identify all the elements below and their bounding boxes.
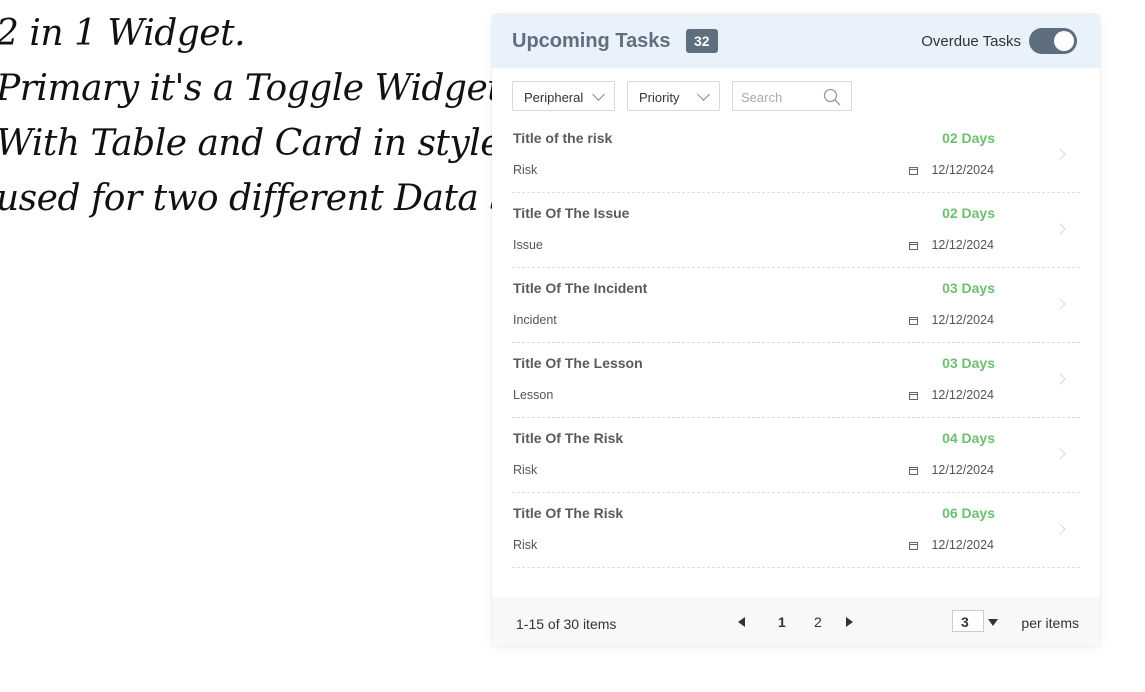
widget-title: Upcoming Tasks xyxy=(512,30,671,52)
chevron-down-icon xyxy=(592,88,605,101)
days-remaining: 03 Days xyxy=(942,280,995,296)
task-date: 12/12/2024 xyxy=(931,463,994,477)
task-title: Title Of The Risk xyxy=(513,430,624,446)
task-count-badge: 32 xyxy=(686,29,718,53)
calendar-icon xyxy=(909,317,918,325)
list-item[interactable]: Title Of The Incident 03 Days Incident 1… xyxy=(512,269,1080,343)
calendar-icon xyxy=(909,542,918,550)
task-type: Risk xyxy=(513,463,538,477)
days-remaining: 02 Days xyxy=(942,130,995,146)
task-date: 12/12/2024 xyxy=(931,313,994,327)
caret-down-icon[interactable] xyxy=(988,619,998,626)
peripheral-dropdown-label: Peripheral xyxy=(524,90,584,105)
list-item[interactable]: Title Of The Issue 02 Days Issue 12/12/2… xyxy=(512,194,1080,268)
next-page-icon[interactable] xyxy=(846,617,853,627)
calendar-icon xyxy=(909,467,918,475)
task-title: Title Of The Issue xyxy=(513,205,630,221)
days-remaining: 04 Days xyxy=(942,430,995,446)
task-type: Risk xyxy=(513,538,538,552)
calendar-icon xyxy=(909,242,918,250)
handwritten-note: 2 in 1 Widget. Primary it's a Toggle Wid… xyxy=(0,6,549,226)
search-icon[interactable] xyxy=(823,88,841,106)
chevron-right-icon[interactable] xyxy=(1054,223,1066,235)
task-type: Lesson xyxy=(513,388,554,402)
task-type: Issue xyxy=(513,238,543,252)
chevron-right-icon[interactable] xyxy=(1054,298,1066,310)
priority-dropdown[interactable]: Priority xyxy=(627,81,720,111)
upcoming-tasks-widget: Upcoming Tasks 32 Overdue Tasks Peripher… xyxy=(492,14,1100,646)
peripheral-dropdown[interactable]: Peripheral xyxy=(512,81,615,111)
note-line-3: With Table and Card in style xyxy=(0,123,502,164)
days-remaining: 02 Days xyxy=(942,205,995,221)
chevron-right-icon[interactable] xyxy=(1054,523,1066,535)
per-page-select[interactable]: 3 xyxy=(952,610,984,632)
list-item[interactable]: Title Of The Lesson 03 Days Lesson 12/12… xyxy=(512,344,1080,418)
page-1-link[interactable]: 1 xyxy=(778,614,786,630)
task-title: Title of the risk xyxy=(513,130,613,146)
task-type: Risk xyxy=(513,163,538,177)
per-page-value: 3 xyxy=(961,614,969,630)
note-line-1: 2 in 1 Widget. xyxy=(0,13,246,54)
search-input[interactable]: Search xyxy=(732,81,852,111)
list-item[interactable]: Title Of The Risk 06 Days Risk 12/12/202… xyxy=(512,494,1080,568)
toggle-knob xyxy=(1054,31,1074,51)
overdue-tasks-toggle[interactable] xyxy=(1029,28,1077,54)
task-title: Title Of The Lesson xyxy=(513,355,643,371)
pagination-footer: 1-15 of 30 items 1 2 3 per items xyxy=(492,597,1100,646)
task-date: 12/12/2024 xyxy=(931,238,994,252)
per-items-label: per items xyxy=(1021,615,1079,631)
task-list: Title of the risk 02 Days Risk 12/12/202… xyxy=(512,119,1080,569)
task-date: 12/12/2024 xyxy=(931,163,994,177)
task-date: 12/12/2024 xyxy=(931,388,994,402)
note-line-2: Primary it's a Toggle Widget, xyxy=(0,68,513,109)
task-title: Title Of The Incident xyxy=(513,280,648,296)
page-2-link[interactable]: 2 xyxy=(814,614,822,630)
chevron-down-icon xyxy=(697,88,710,101)
search-placeholder: Search xyxy=(741,90,783,105)
prev-page-icon[interactable] xyxy=(738,617,745,627)
task-title: Title Of The Risk xyxy=(513,505,624,521)
widget-header: Upcoming Tasks 32 Overdue Tasks xyxy=(492,14,1100,68)
task-type: Incident xyxy=(513,313,557,327)
days-remaining: 03 Days xyxy=(942,355,995,371)
list-item[interactable]: Title of the risk 02 Days Risk 12/12/202… xyxy=(512,119,1080,193)
calendar-icon xyxy=(909,392,918,400)
days-remaining: 06 Days xyxy=(942,505,995,521)
list-item[interactable]: Title Of The Risk 04 Days Risk 12/12/202… xyxy=(512,419,1080,493)
task-date: 12/12/2024 xyxy=(931,538,994,552)
calendar-icon xyxy=(909,167,918,175)
item-range-text: 1-15 of 30 items xyxy=(516,616,617,632)
overdue-toggle-label: Overdue Tasks xyxy=(921,33,1021,50)
chevron-right-icon[interactable] xyxy=(1054,148,1066,160)
note-line-4: used for two different Data Set xyxy=(0,178,549,219)
chevron-right-icon[interactable] xyxy=(1054,373,1066,385)
priority-dropdown-label: Priority xyxy=(639,90,680,105)
chevron-right-icon[interactable] xyxy=(1054,448,1066,460)
